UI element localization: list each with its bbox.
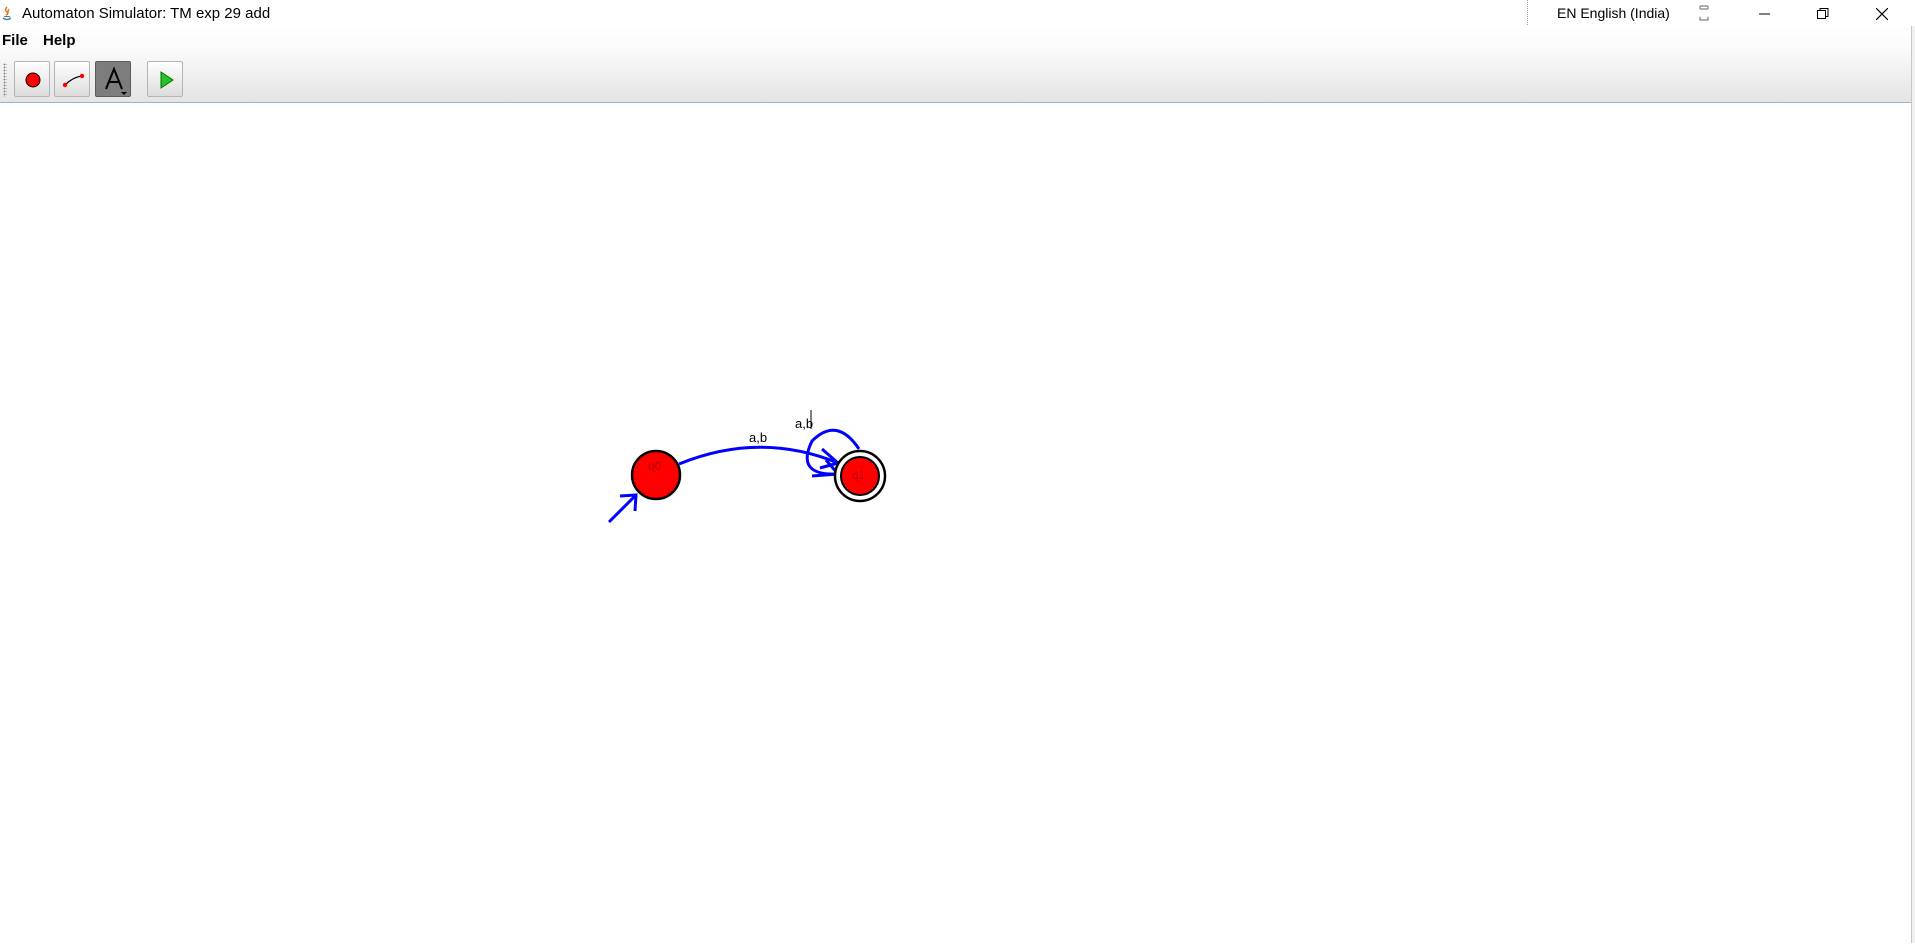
java-app-icon (0, 5, 14, 21)
run-simulation-button[interactable] (147, 61, 183, 97)
title-bar: Automaton Simulator: TM exp 29 add EN En… (0, 0, 1915, 28)
toolbar (0, 57, 1912, 102)
language-indicator[interactable]: EN English (India) (1527, 0, 1712, 27)
automaton-canvas[interactable]: a,b a,b q0 q1 (0, 102, 1912, 944)
restore-button[interactable] (1795, 0, 1851, 28)
transition-label: a,b (795, 416, 813, 431)
state-label: q0 (648, 459, 662, 473)
toolbar-grip[interactable] (3, 63, 7, 97)
minimize-button[interactable] (1737, 0, 1793, 28)
menu-toolbar-area: File Help (0, 26, 1912, 102)
transition-q0-q1[interactable]: a,b (678, 430, 842, 470)
restore-icon (1817, 8, 1829, 19)
menu-file[interactable]: File (2, 32, 28, 50)
transition-arrow-icon (62, 73, 85, 88)
letter-a-icon (105, 66, 127, 95)
close-icon (1876, 8, 1888, 20)
transition-tool-button[interactable] (54, 61, 90, 97)
language-indicator-label: EN English (India) (1557, 5, 1670, 21)
state-label: q1 (852, 468, 866, 482)
window-title: Automaton Simulator: TM exp 29 add (22, 5, 271, 22)
keyboard-layout-icon (1698, 3, 1710, 23)
minimize-icon (1759, 13, 1770, 15)
automaton-diagram: a,b a,b q0 q1 (607, 410, 887, 524)
state-q1[interactable]: q1 (833, 449, 887, 503)
state-tool-button[interactable] (14, 61, 50, 97)
menu-help[interactable]: Help (43, 32, 76, 50)
text-tool-button[interactable] (95, 61, 131, 97)
state-q0[interactable]: q0 (630, 449, 682, 501)
transition-label: a,b (749, 430, 767, 445)
window-border (1911, 26, 1915, 943)
menu-bar: File Help (0, 26, 1912, 56)
play-icon (160, 71, 174, 89)
close-button[interactable] (1854, 0, 1910, 28)
red-circle-icon (25, 72, 41, 88)
initial-arrow (607, 493, 638, 524)
